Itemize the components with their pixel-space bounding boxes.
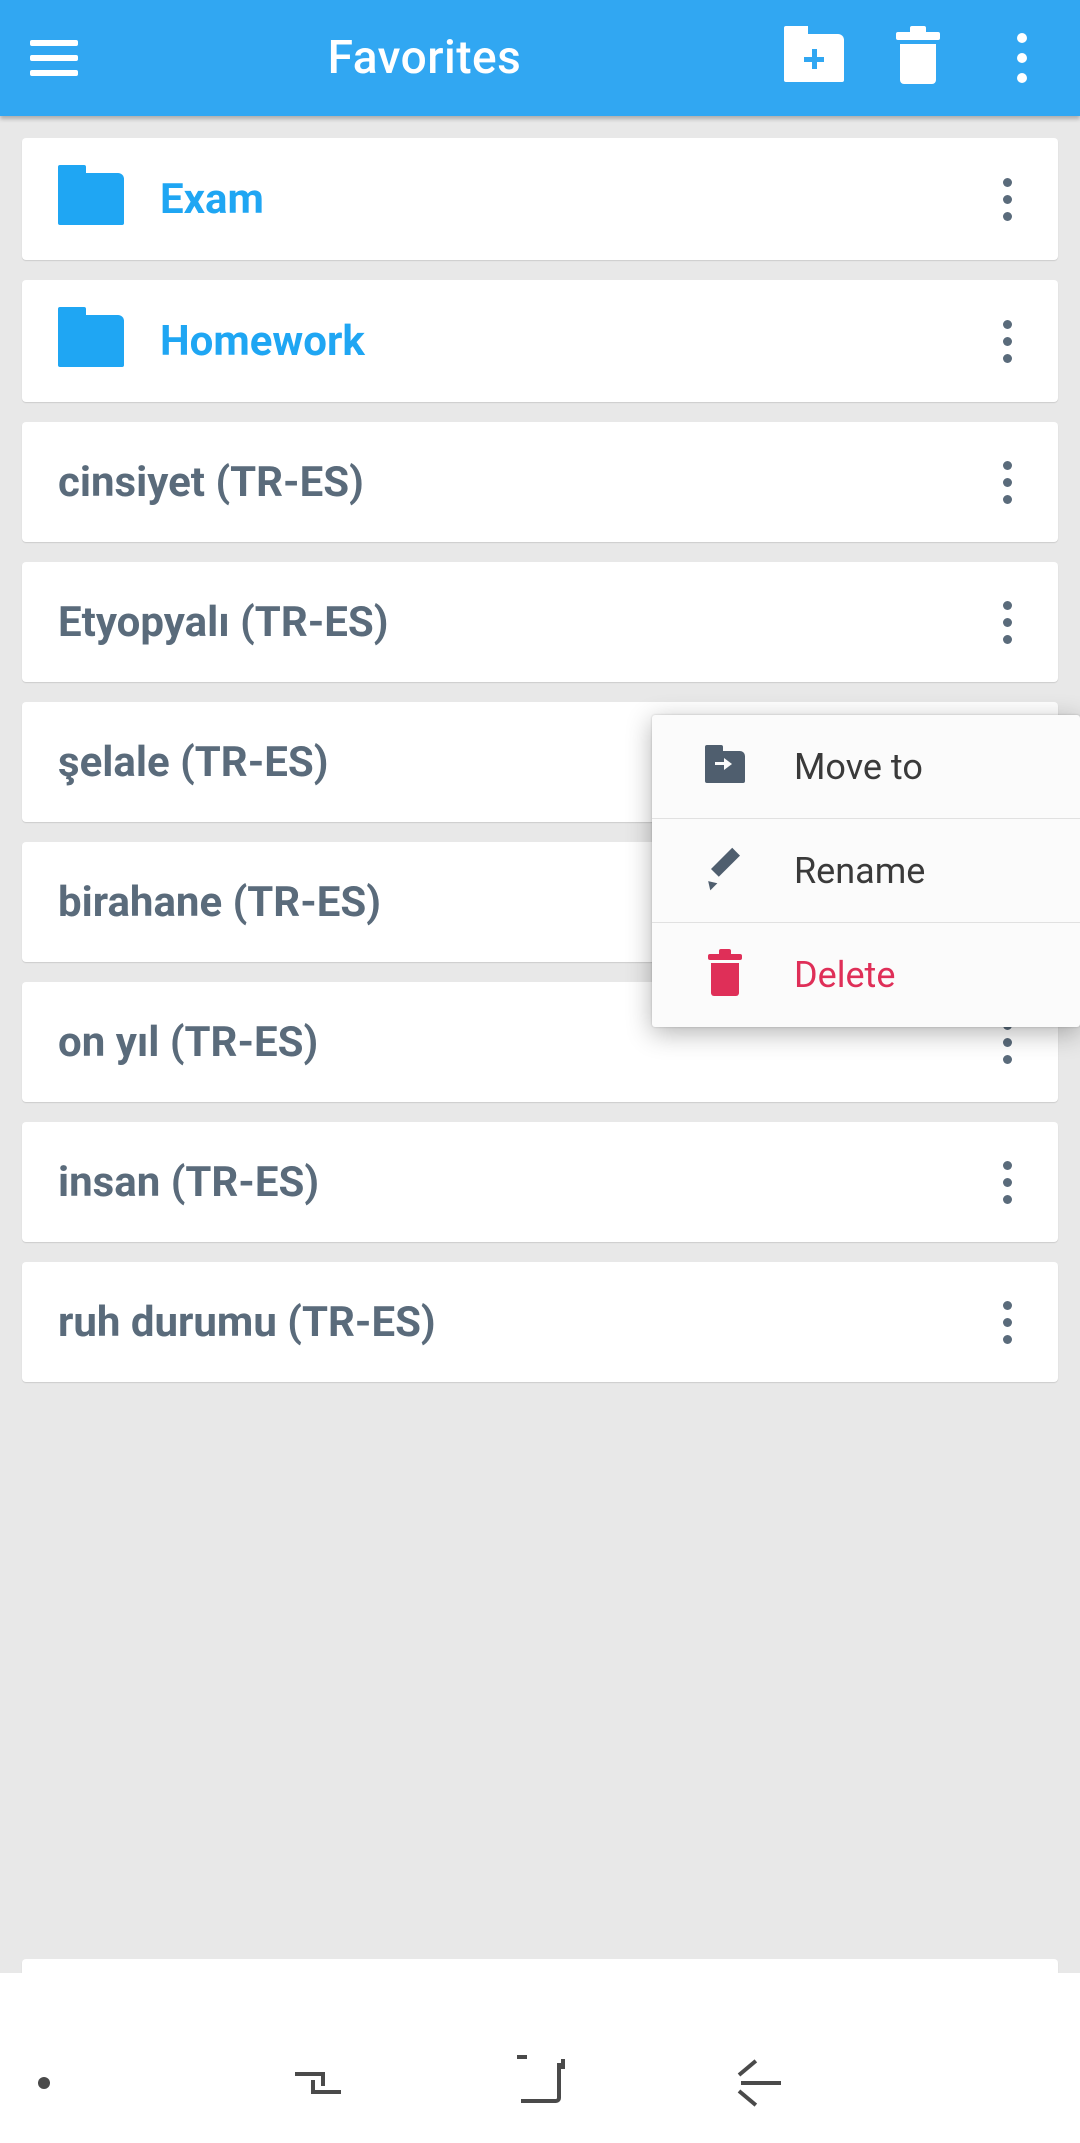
folder-icon [58,315,124,367]
item-menu-button[interactable] [982,1152,1032,1212]
word-label: ruh durumu (TR-ES) [58,1298,982,1347]
appbar-actions [784,28,1052,88]
appbar: Favorites [0,0,1080,116]
menu-item-label: Move to [794,746,923,788]
system-navbar [0,2023,1080,2143]
bottom-spacer [0,1973,1080,2023]
nav-back-button[interactable] [741,2063,785,2103]
word-label: Etyopyalı (TR-ES) [58,598,982,647]
word-item[interactable]: cinsiyet (TR-ES) [22,422,1058,542]
folder-item[interactable]: Exam [22,138,1058,260]
nav-indicator-dot [38,2077,50,2089]
item-menu-button[interactable] [982,311,1032,371]
word-label: cinsiyet (TR-ES) [58,458,982,507]
folder-plus-icon [784,34,844,82]
page-title: Favorites [65,31,784,85]
folder-item[interactable]: Homework [22,280,1058,402]
item-menu-button[interactable] [982,592,1032,652]
new-folder-button[interactable] [784,28,844,88]
screen: Favorites Exam Homework cinsiyet (TR- [0,0,1080,2143]
word-item[interactable]: Etyopyalı (TR-ES) [22,562,1058,682]
more-vertical-icon [1017,33,1027,83]
word-item[interactable]: insan (TR-ES) [22,1122,1058,1242]
menu-move-to[interactable]: Move to [652,715,1080,819]
delete-button[interactable] [888,28,948,88]
item-menu-button[interactable] [982,169,1032,229]
menu-delete[interactable]: Delete [652,923,1080,1027]
menu-item-label: Delete [794,954,895,996]
nav-recents-button[interactable] [295,2068,341,2098]
word-label: insan (TR-ES) [58,1158,982,1207]
overflow-menu-button[interactable] [992,28,1052,88]
pencil-icon [707,853,743,889]
item-menu-button[interactable] [982,1292,1032,1352]
context-menu: Move to Rename Delete [652,715,1080,1027]
folder-arrow-icon [705,751,745,783]
item-menu-button[interactable] [982,452,1032,512]
trash-icon [896,32,940,84]
trash-icon [708,954,742,996]
word-item[interactable]: ruh durumu (TR-ES) [22,1262,1058,1382]
folder-label: Exam [160,175,982,224]
folder-icon [58,173,124,225]
nav-home-button[interactable] [521,2063,561,2103]
folder-label: Homework [160,317,982,366]
menu-rename[interactable]: Rename [652,819,1080,923]
menu-item-label: Rename [794,850,925,892]
word-item-partial[interactable] [22,1959,1058,1973]
